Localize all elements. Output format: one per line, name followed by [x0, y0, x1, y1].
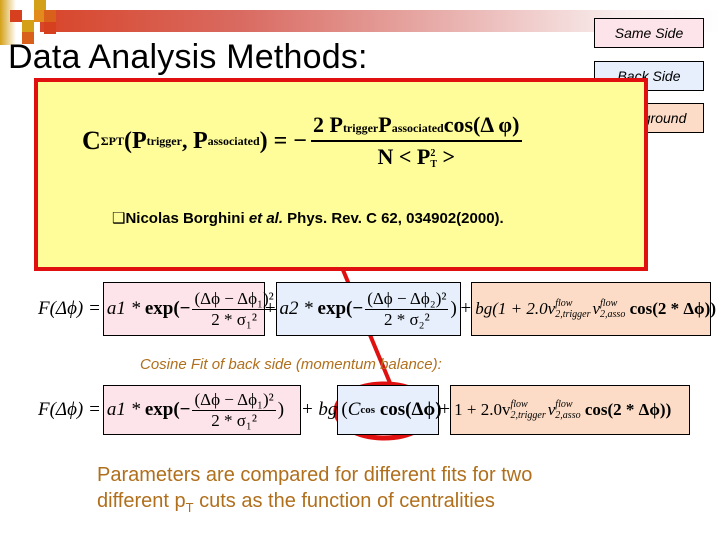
num-p: P — [378, 112, 392, 137]
term-exp: exp(− — [144, 298, 191, 319]
term-amp: a2 * — [279, 298, 318, 319]
fit-lhs: F(Δϕ) = — [38, 399, 101, 420]
term-num: (Δϕ − Δϕ₂)² — [365, 288, 449, 310]
den-close: > — [437, 144, 456, 169]
background-term: bg(1 + 2.0v flow 2,trigger v flow 2,asso c… — [471, 282, 716, 336]
bg-cos: cos(2 * Δϕ)) — [625, 299, 716, 318]
reference-etal: et al. — [248, 210, 283, 227]
num-sub: associated — [391, 121, 444, 135]
same-side-term: a1 * exp(− (Δϕ − Δϕ₁)²2 * σ₁² ) — [102, 385, 301, 435]
v2-supsub: flow 2,asso — [555, 399, 580, 421]
num-cos: cos(Δ φ) — [443, 112, 520, 137]
term-amp: a1 * — [106, 298, 145, 319]
formula-paren: ) — [259, 127, 268, 154]
fit-equation-2: F(Δϕ) = a1 * exp(− (Δϕ − Δϕ₁)² 2 * σ₁² ) … — [38, 385, 691, 435]
background-term: 1 + 2.0v flow 2,trigger v flow 2,asso cos(… — [450, 385, 691, 435]
term-fraction: (Δϕ − Δϕ₁)² 2 * σ₁² — [192, 288, 276, 330]
den-supsub: 2T — [430, 148, 437, 170]
den-p: P — [416, 144, 431, 169]
term-fraction: (Δϕ − Δϕ₁)² 2 * σ₁² — [192, 389, 276, 431]
summary-text: Parameters are compared for different fi… — [97, 462, 532, 521]
v2-sub: 2,asso — [555, 410, 581, 421]
term-fraction: (Δϕ − Δϕ₂)² 2 * σ₂² — [365, 288, 449, 330]
term-den: 2 * σ₁² — [211, 410, 257, 430]
bullet-icon: ❑ — [112, 210, 126, 227]
summary-text-a: different p — [97, 490, 186, 512]
reference-journal: Phys. Rev. C 62, 034902(2000). — [283, 210, 504, 227]
formula-paren: ( — [123, 127, 132, 154]
formula-arg: P — [131, 127, 147, 154]
v2-sub: 2,asso — [600, 309, 626, 320]
v2-sup: flow — [600, 298, 618, 309]
cosine-fit-caption: Cosine Fit of back side (momentum balanc… — [140, 356, 442, 373]
v1-sub: 2,trigger — [510, 410, 546, 421]
bg-prefix: 1 + 2.0v — [454, 400, 511, 419]
fit-plus: + — [264, 298, 276, 319]
formula-numerator: 2 PtriggerPassociatedcos(Δ φ) — [310, 112, 522, 142]
num-p: P — [329, 112, 343, 137]
back-side-term: a2 * exp(− (Δϕ − Δϕ₂)² 2 * σ₂² ) — [275, 282, 461, 336]
term-num: (Δϕ − Δϕ₁)² — [192, 288, 276, 310]
bg-prefix: bg(1 + 2.0v — [475, 299, 556, 318]
formula-subscript: trigger — [146, 133, 182, 148]
cos-coef-sub: cos — [360, 404, 376, 416]
v1-sup: flow — [510, 399, 528, 410]
bg-cos: cos(2 * Δϕ)) — [580, 400, 672, 419]
same-side-term: a1 * exp(− (Δϕ − Δϕ₁)²2 * σ₁² ) — [102, 282, 284, 336]
formula-symbol: C — [82, 126, 101, 155]
den-sub: T — [430, 158, 437, 170]
formula-arg: P — [192, 127, 208, 154]
v2: v — [547, 400, 556, 419]
v1-sub: 2,trigger — [555, 309, 591, 320]
cos-coef: C — [347, 399, 361, 420]
summary-text-b: cuts as the function of centralities — [193, 490, 495, 512]
term-exp: exp(− — [144, 399, 191, 420]
formula-denominator: N < P2T > — [377, 142, 455, 170]
formula-sep: , — [181, 128, 193, 153]
reference: ❑Nicolas Borghini et al. Phys. Rev. C 62… — [112, 209, 504, 227]
summary-line-2: different pT cuts as the function of cen… — [97, 488, 532, 521]
formula-subscript: associated — [207, 133, 260, 148]
term-amp: a1 * — [106, 399, 145, 420]
back-side-cos-term: ( Ccos cos(Δϕ) — [337, 385, 442, 435]
term-exp: exp(− — [317, 298, 364, 319]
fit-lhs: F(Δϕ) = — [38, 298, 101, 319]
term-close: ) — [277, 399, 285, 420]
summary-sub: T — [185, 500, 194, 515]
fit-plus-bg: + bg — [300, 399, 338, 420]
fit-equation-1: F(Δϕ) = a1 * exp(− (Δϕ − Δϕ₁)²2 * σ₁² ) … — [38, 282, 716, 336]
formula-highlight-box: C ΣPT ( Ptrigger , Passociated ) = − 2 P… — [34, 78, 648, 271]
v1-supsub: flow 2,trigger — [510, 399, 545, 421]
term-den: 2 * σ₁² — [211, 309, 257, 329]
fit-plus: + — [460, 298, 472, 319]
term-close: ) — [450, 298, 457, 319]
formula-equals: = − — [267, 127, 307, 154]
formula-superscript: ΣPT — [100, 133, 124, 148]
v1-sup: flow — [555, 298, 573, 309]
v2-sup: flow — [555, 399, 573, 410]
formula-fraction: 2 PtriggerPassociatedcos(Δ φ) N < P2T > — [310, 112, 522, 170]
v1-supsub: flow 2,trigger — [555, 298, 590, 320]
v2: v — [592, 299, 601, 318]
cos-term: cos(Δϕ) — [375, 399, 442, 420]
v2-supsub: flow 2,asso — [600, 298, 625, 320]
num-coef: 2 — [312, 112, 330, 137]
term-den: 2 * σ₂² — [383, 309, 430, 329]
reference-author: Nicolas Borghini — [125, 210, 249, 227]
den-n: N < — [377, 144, 417, 169]
fit-plus: + — [439, 399, 451, 420]
den-sup: 2 — [430, 147, 436, 159]
summary-line-1: Parameters are compared for different fi… — [97, 464, 533, 486]
term-num: (Δϕ − Δϕ₁)² — [192, 389, 276, 411]
correlation-formula: C ΣPT ( Ptrigger , Passociated ) = − 2 P… — [82, 112, 522, 170]
num-sub: trigger — [342, 121, 379, 135]
